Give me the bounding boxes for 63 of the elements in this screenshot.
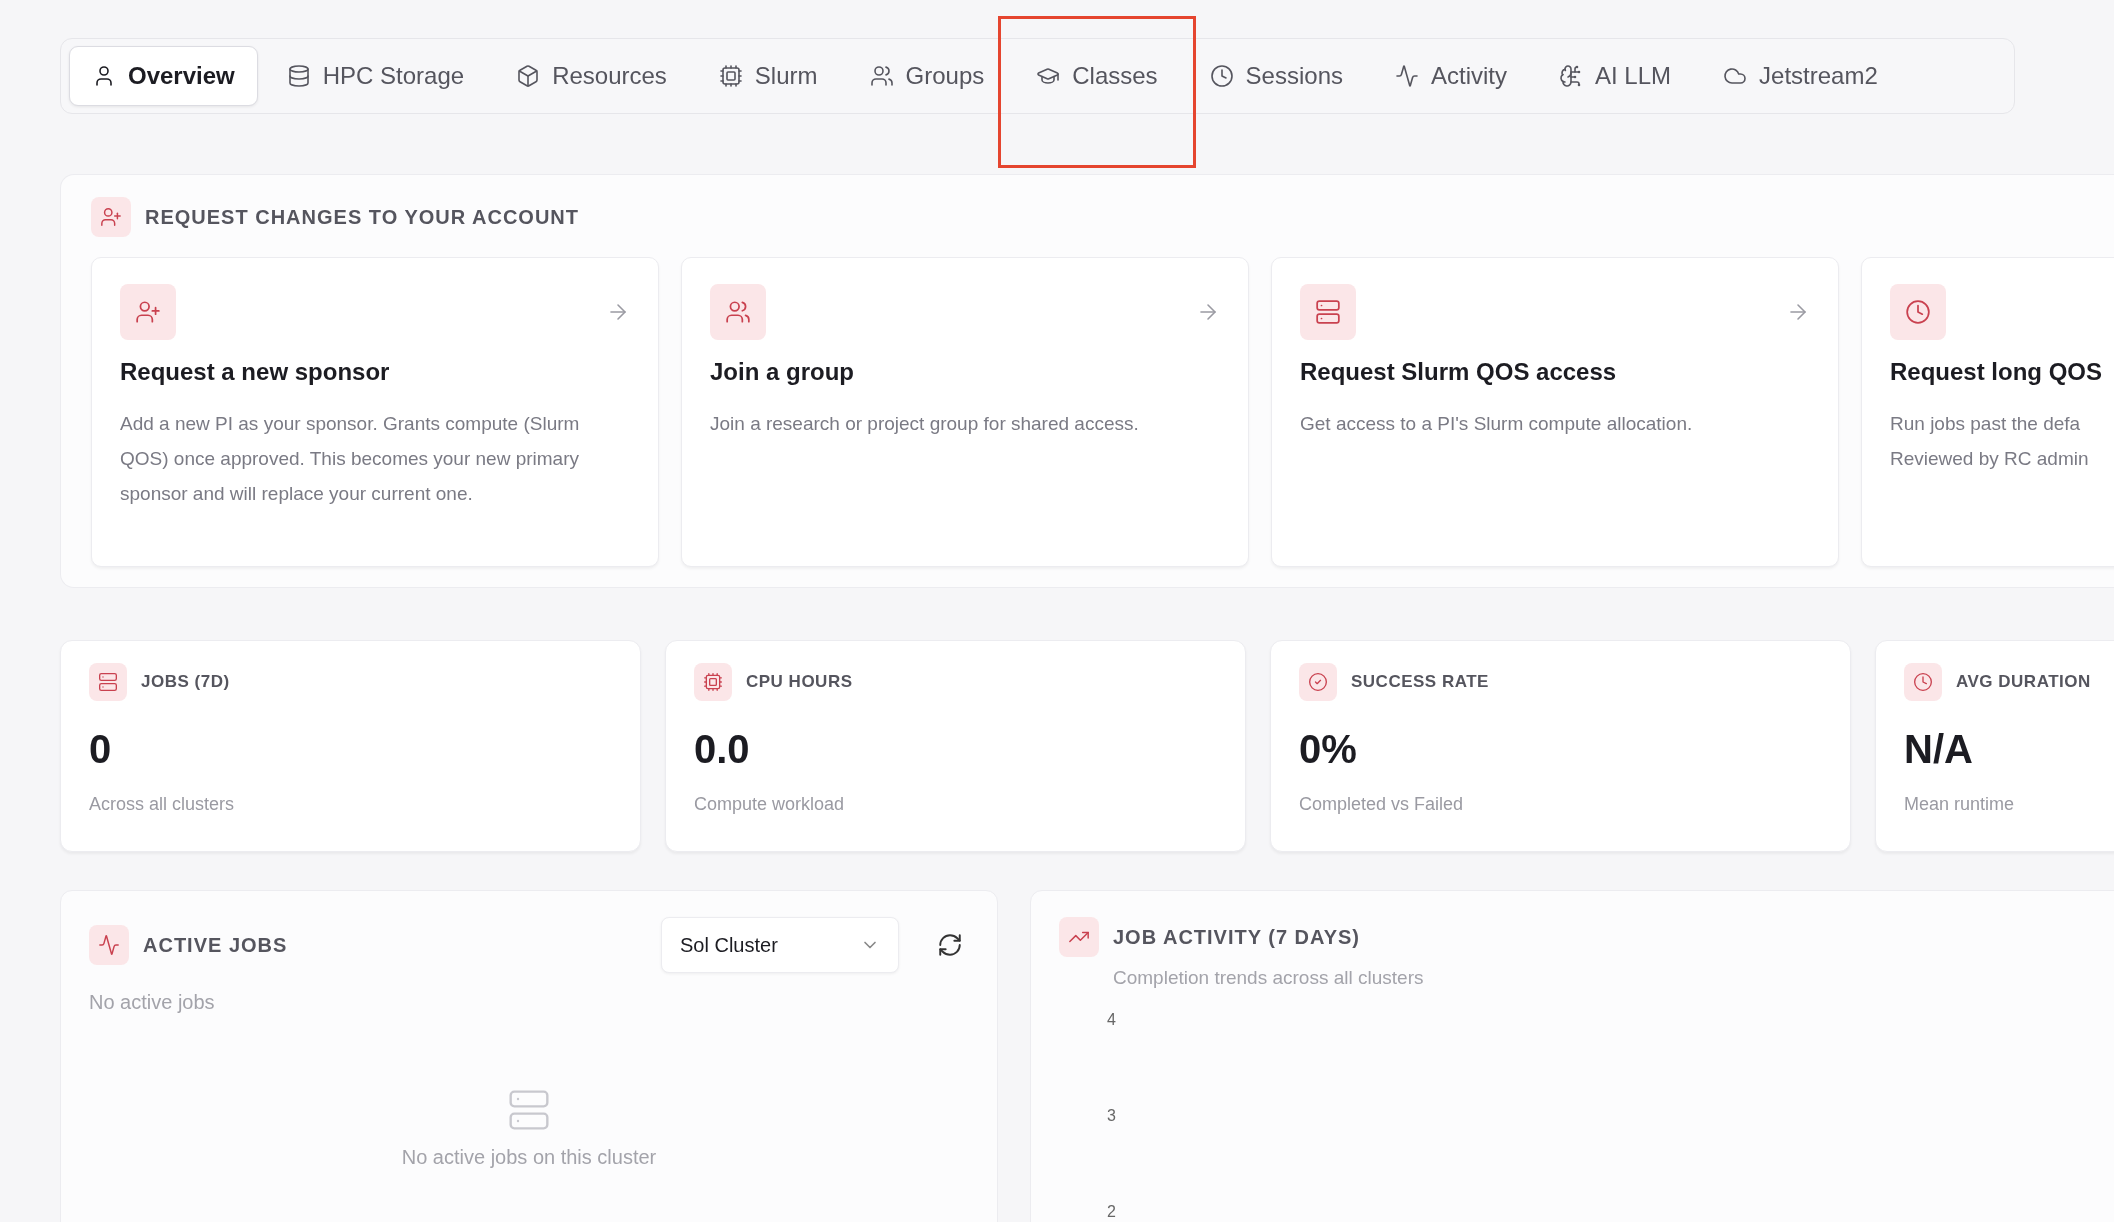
card-title: Request long QOS: [1890, 358, 2103, 386]
stat-value: 0%: [1299, 727, 1358, 772]
stat-caption: Completed vs Failed: [1299, 794, 1465, 815]
cluster-select[interactable]: Sol Cluster: [661, 917, 899, 973]
clock-icon: [1890, 284, 1946, 340]
nav-tab[interactable]: Classes: [1013, 46, 1181, 106]
stat-caption: Across all clusters: [89, 794, 236, 815]
nav-tab[interactable]: Slurm: [695, 46, 841, 106]
nav-tab[interactable]: HPC Storage: [263, 46, 488, 106]
request-card[interactable]: Request a new sponsor Add a new PI as your sponsor. Grants compute (Slurm QOS) once approved. This becomes your new primary sponsor and will replace your current one.: [91, 257, 659, 567]
status-text: No active jobs: [89, 991, 215, 1013]
request-card[interactable]: Request Slurm QOS access Get access to a PI's Slurm compute allocation.: [1271, 257, 1839, 567]
axis-tick-label: 3: [1107, 1107, 1117, 1125]
card-description: Add a new PI as your sponsor. Grants compute (Slurm QOS) once approved. This becomes your new primary sponsor and will replace your current one.: [120, 412, 581, 506]
stat-label: SUCCESS RATE: [1351, 672, 1489, 692]
users-icon: [710, 284, 766, 340]
request-card[interactable]: Join a group Join a research or project group for shared access.: [681, 257, 1249, 567]
request-card[interactable]: Request long QOS Run jobs past the defa Reviewed by RC admin: [1861, 257, 2114, 567]
nav-tab[interactable]: Activity: [1372, 46, 1530, 106]
card-description: Run jobs past the defa Reviewed by RC admin: [1890, 412, 2090, 471]
panel-title: ACTIVE JOBS: [143, 933, 288, 957]
stat-value: 0: [89, 727, 113, 772]
server-icon: [89, 663, 127, 701]
nav-tab[interactable]: Resources: [493, 46, 690, 106]
brain-icon: [1559, 64, 1583, 88]
cube-icon: [516, 64, 541, 88]
chip-icon: [694, 663, 732, 701]
stat-value: N/A: [1904, 727, 1974, 772]
panel-title: JOB ACTIVITY (7 DAYS): [1113, 925, 1360, 949]
stat-value: 0.0: [694, 727, 751, 772]
card-description: Get access to a PI's Slurm compute allocation.: [1300, 412, 1694, 436]
database-icon: [286, 64, 311, 88]
nav-tab[interactable]: Sessions: [1186, 46, 1366, 106]
server-icon: [507, 1088, 551, 1132]
clock-icon: [1209, 64, 1234, 88]
nav-tab[interactable]: Overview: [69, 46, 258, 106]
users-icon: [869, 64, 894, 88]
axis-tick-label: 4: [1107, 1011, 1117, 1029]
stat-caption: Mean runtime: [1904, 794, 2016, 815]
stat-label: AVG DURATION: [1956, 672, 2091, 692]
server-icon: [1300, 284, 1356, 340]
card-title: Request a new sponsor: [120, 358, 391, 386]
nav-tab[interactable]: Groups: [846, 46, 1008, 106]
activity-icon: [1395, 64, 1419, 88]
user-plus-icon: [120, 284, 176, 340]
section-title: REQUEST CHANGES TO YOUR ACCOUNT: [145, 205, 579, 229]
stat-label: JOBS (7D): [141, 672, 230, 692]
axis-tick-label: 2: [1107, 1203, 1117, 1221]
activity-icon: [89, 925, 129, 965]
user-plus-icon: [91, 197, 131, 237]
card-description: Join a research or project group for shared access.: [710, 412, 1140, 436]
card-title: Request Slurm QOS access: [1300, 358, 1618, 386]
nav-tab[interactable]: AI LLM: [1536, 46, 1695, 106]
chip-icon: [718, 64, 743, 88]
panel-subtitle: Completion trends across all clusters: [1113, 967, 1424, 988]
card-title: Join a group: [710, 358, 855, 386]
stat-label: CPU HOURS: [746, 672, 853, 692]
stat-caption: Compute workload: [694, 794, 846, 815]
refresh-icon: [937, 932, 963, 958]
trending-up-icon: [1059, 917, 1099, 957]
clock-icon: [1904, 663, 1942, 701]
empty-message: No active jobs on this cluster: [401, 1146, 657, 1169]
nav-tab[interactable]: Jetstream2: [1700, 46, 1901, 106]
